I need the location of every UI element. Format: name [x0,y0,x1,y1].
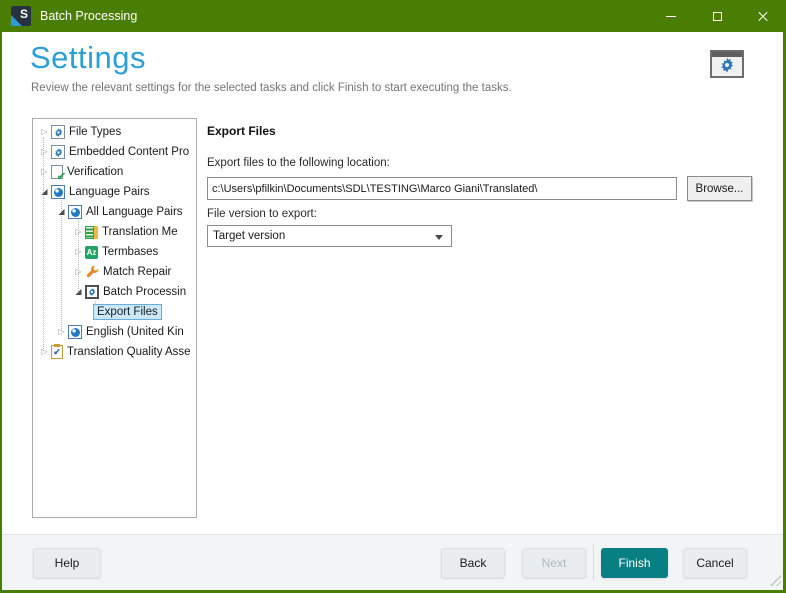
tree-item-label: File Types [69,126,122,138]
tree-item-language-pairs[interactable]: ◢ Language Pairs [33,182,196,202]
tree-item-label: English (United Kin [86,326,184,338]
gear-icon [721,57,734,73]
expand-arrow-icon[interactable]: ▷ [72,222,85,242]
tree-item-verification[interactable]: ▷ ✔ Verification [33,162,196,182]
globe-icon [51,185,65,199]
termbase-az-icon: Az [85,245,98,259]
export-location-label: Export files to the following location: [207,157,390,169]
next-button: Next [522,548,586,578]
tree-item-label: Translation Me [102,226,178,238]
footer-separator [593,545,594,581]
tree-item-label-selected[interactable]: Export Files [93,304,162,320]
finish-button[interactable]: Finish [601,548,668,578]
panel-title: Export Files [207,124,276,138]
settings-gear-window-icon [710,50,744,78]
collapse-arrow-icon[interactable]: ◢ [55,202,68,222]
minimize-button[interactable] [648,0,694,32]
expand-arrow-icon[interactable]: ▷ [72,262,85,282]
tree-item-english-united-kingdom[interactable]: ▷ English (United Kin [33,322,196,342]
tree-item-embedded-content-processors[interactable]: ▷ Embedded Content Pro [33,142,196,162]
expand-arrow-icon[interactable]: ▷ [38,342,51,362]
export-location-input[interactable] [207,177,677,200]
tree-item-label: All Language Pairs [86,206,183,218]
file-types-icon [51,125,65,139]
tree-item-termbases[interactable]: ▷ Az Termbases [33,242,196,262]
wrench-icon [85,265,99,279]
tree-item-match-repair[interactable]: ▷ Match Repair [33,262,196,282]
tree-item-label: Embedded Content Pro [69,146,190,158]
translation-memory-icon [85,225,98,239]
resize-grip[interactable] [767,572,781,586]
help-button[interactable]: Help [33,548,101,578]
sdl-trados-app-icon: S [11,6,31,26]
collapse-arrow-icon[interactable]: ◢ [38,182,51,202]
expand-arrow-icon[interactable]: ▷ [38,142,51,162]
window-title: Batch Processing [40,9,138,23]
tree-item-all-language-pairs[interactable]: ◢ All Language Pairs [33,202,196,222]
tree-item-label: Translation Quality Asse [67,346,191,358]
globe-icon [68,205,82,219]
maximize-button[interactable] [694,0,740,32]
tree-item-label: Match Repair [103,266,172,278]
tree-item-label: Termbases [102,246,159,258]
tree-item-label: Verification [67,166,124,178]
page-title: Settings [30,40,147,75]
tree-item-export-files[interactable]: Export Files [33,302,196,322]
globe-icon [68,325,82,339]
tree-item-batch-processing[interactable]: ◢ Batch Processin [33,282,196,302]
tree-item-label: Batch Processin [103,286,187,298]
back-button[interactable]: Back [441,548,505,578]
embedded-content-icon [51,145,65,159]
footer-bar: Help Back Next Finish Cancel [2,534,783,590]
clipboard-check-icon: ✔ [51,344,63,359]
tree-item-translation-memory[interactable]: ▷ Translation Me [33,222,196,242]
verification-icon: ✔ [51,165,66,182]
close-button[interactable] [740,0,783,32]
page-subtitle: Review the relevant settings for the sel… [31,82,512,94]
batch-gear-icon [85,285,99,299]
close-icon [757,10,769,22]
settings-tree[interactable]: ▷ File Types ▷ Embedded Content Pro ▷ ✔ … [32,118,197,518]
browse-button[interactable]: Browse... [687,176,752,201]
collapse-arrow-icon[interactable]: ◢ [72,282,85,302]
expand-arrow-icon[interactable]: ▷ [38,162,51,182]
file-version-selected-value: Target version [213,230,286,242]
title-bar[interactable]: S Batch Processing [2,0,783,32]
maximize-icon [712,11,722,21]
file-version-dropdown[interactable]: Target version [207,225,452,247]
cancel-button[interactable]: Cancel [683,548,747,578]
expand-arrow-icon[interactable]: ▷ [72,242,85,262]
tree-item-file-types[interactable]: ▷ File Types [33,122,196,142]
expand-arrow-icon[interactable]: ▷ [38,122,51,142]
batch-processing-dialog: S Batch Processing Settings Review the r… [0,0,786,593]
chevron-down-icon [435,235,443,240]
file-version-label: File version to export: [207,208,317,220]
expand-arrow-icon[interactable]: ▷ [55,322,68,342]
tree-item-translation-quality-assessment[interactable]: ▷ ✔ Translation Quality Asse [33,342,196,362]
window-controls [648,0,783,32]
tree-item-label: Language Pairs [69,186,150,198]
minimize-icon [666,15,676,17]
